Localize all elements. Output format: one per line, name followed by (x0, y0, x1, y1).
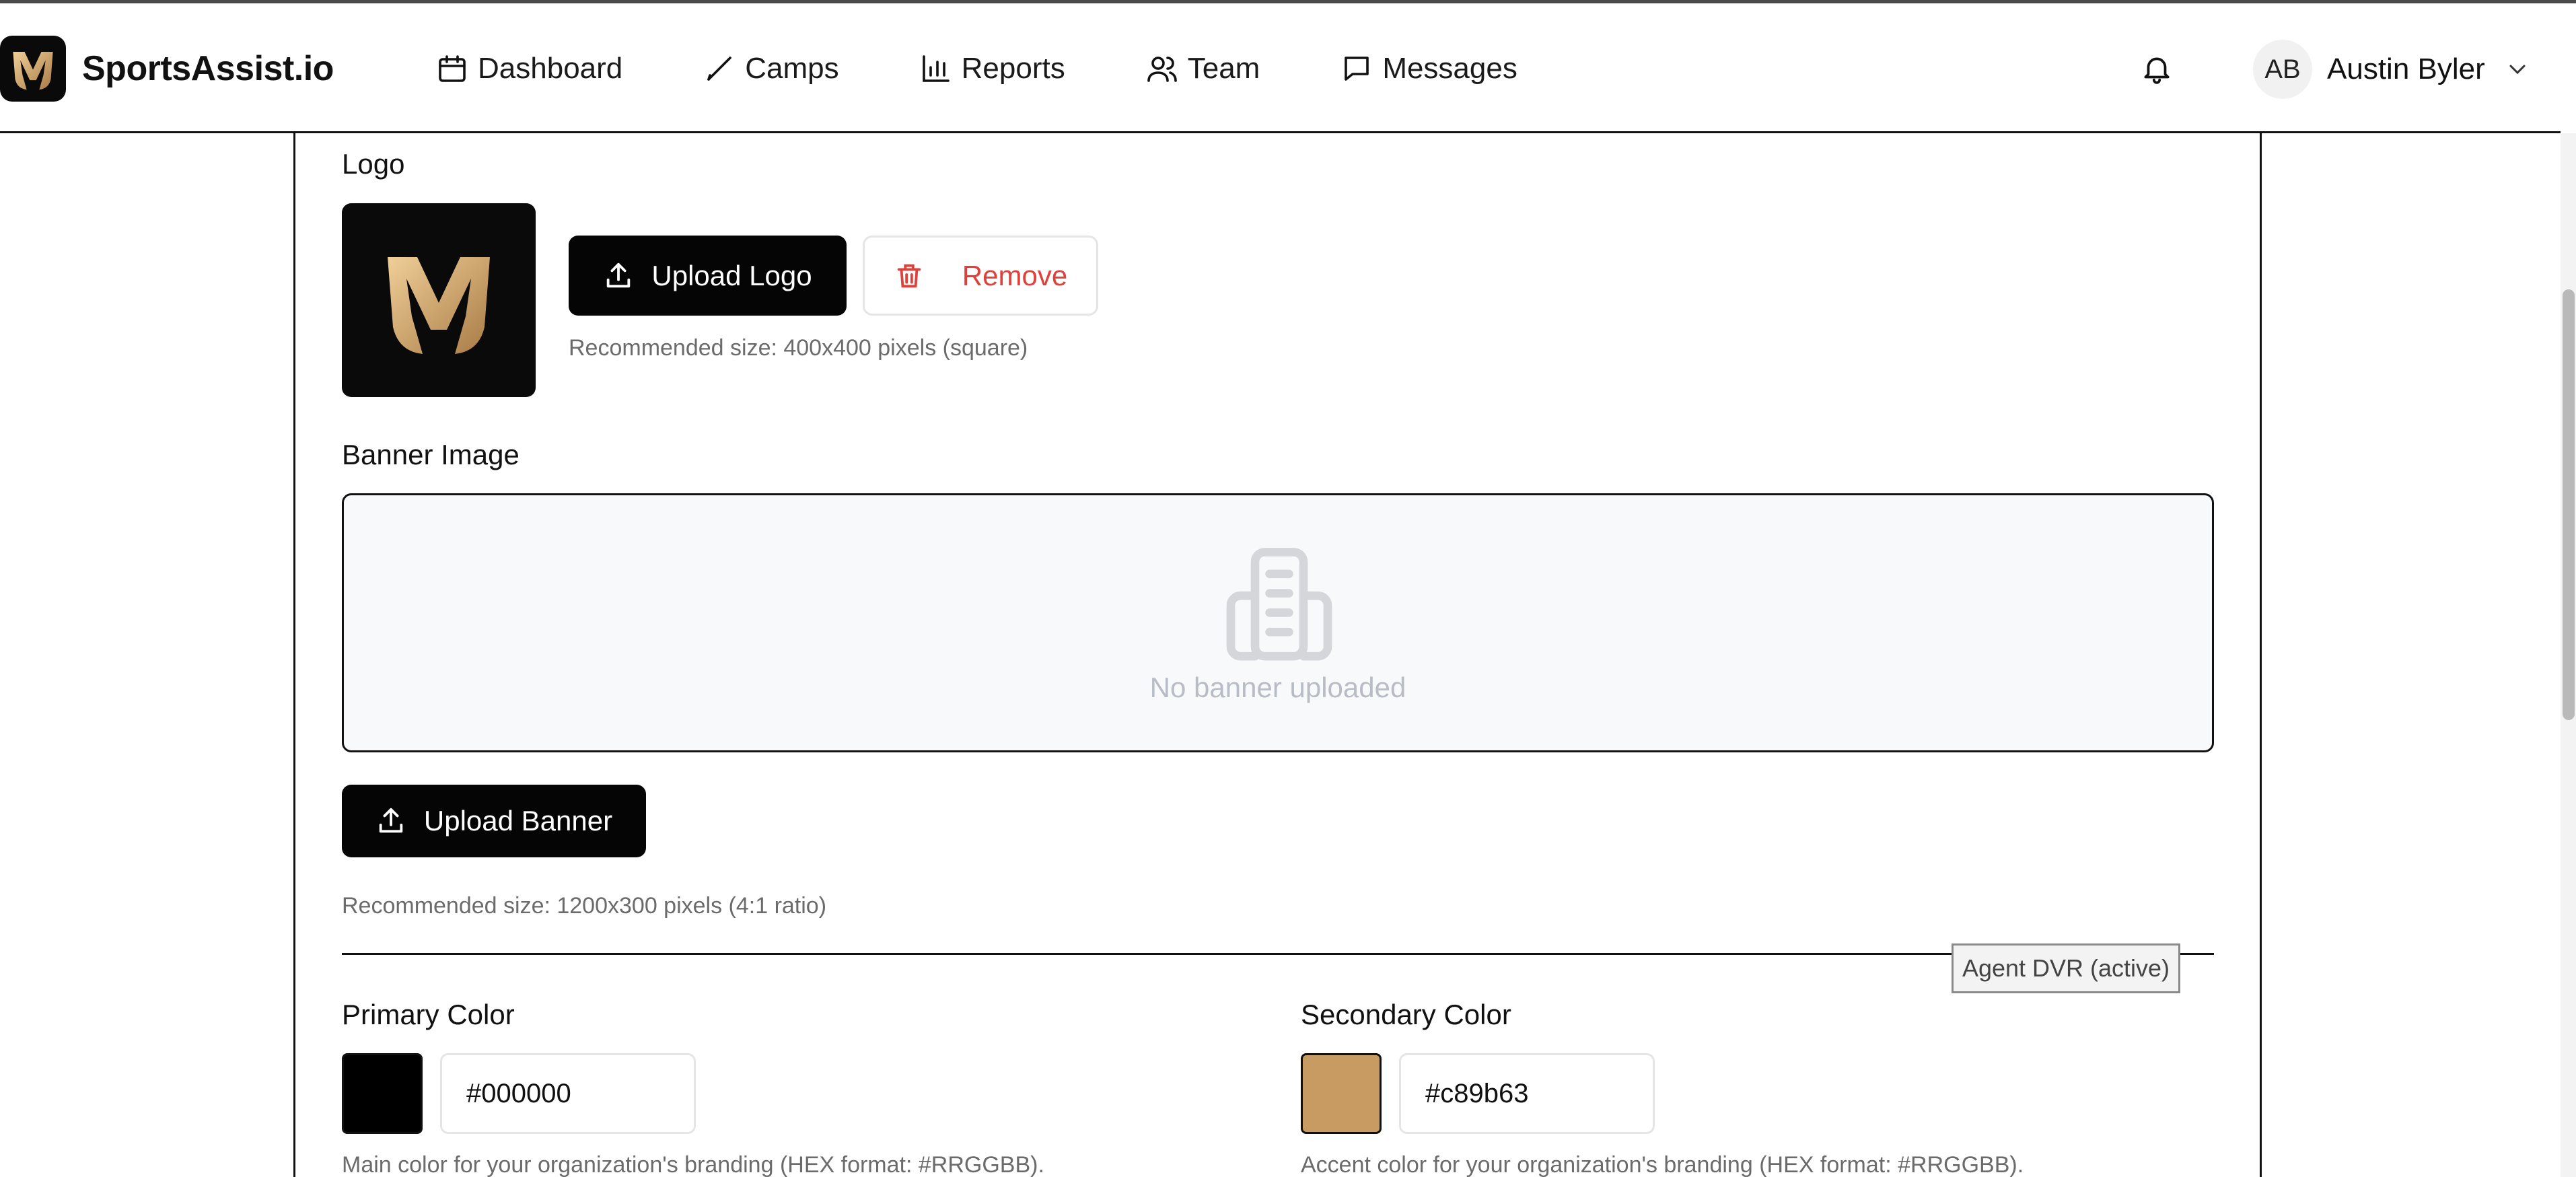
section-divider (342, 953, 2214, 955)
nav-item-team[interactable]: Team (1146, 35, 1260, 102)
banner-empty-text: No banner uploaded (1149, 672, 1406, 703)
user-menu[interactable]: AB Austin Byler (2253, 37, 2531, 102)
remove-logo-label: Remove (962, 259, 1068, 291)
primary-color-label: Primary Color (342, 999, 515, 1030)
banner-hint: Recommended size: 1200x300 pixels (4:1 r… (342, 893, 827, 919)
users-icon (1147, 57, 1177, 82)
remove-logo-button[interactable]: Remove (863, 236, 1098, 316)
primary-color-hint: Main color for your organization's brand… (342, 1152, 1044, 1177)
nav-item-label: Team (1187, 52, 1260, 85)
logo-section-label: Logo (342, 148, 405, 180)
user-name: Austin Byler (2327, 52, 2485, 85)
notification-bell-icon[interactable] (2140, 52, 2174, 85)
page: SportsAssist.io Dashboard Camps Reports … (0, 0, 2576, 1177)
nav-item-label: Messages (1382, 52, 1517, 85)
banner-section-label: Banner Image (342, 439, 520, 470)
primary-color-swatch[interactable] (342, 1053, 423, 1134)
top-navbar: SportsAssist.io Dashboard Camps Reports … (0, 3, 2561, 133)
tooltip: Agent DVR (active) (1952, 943, 2180, 993)
main-nav: Dashboard Camps Reports Team Messages (436, 35, 1598, 102)
secondary-color-label: Secondary Color (1301, 999, 1511, 1030)
secondary-color-input[interactable]: #c89b63 (1399, 1053, 1655, 1134)
upload-icon (607, 262, 631, 287)
brand-logo-icon (0, 36, 66, 102)
upload-banner-button[interactable]: Upload Banner (342, 785, 646, 857)
avatar: AB (2253, 40, 2312, 99)
banner-dropzone[interactable]: No banner uploaded (342, 493, 2214, 752)
secondary-color-swatch[interactable] (1301, 1053, 1382, 1134)
upload-logo-button[interactable]: Upload Logo (569, 236, 847, 316)
logo-hint: Recommended size: 400x400 pixels (square… (569, 335, 1028, 361)
nav-item-label: Dashboard (478, 52, 623, 85)
nav-item-label: Reports (961, 52, 1065, 85)
chevron-down-icon (2509, 65, 2526, 75)
nav-item-label: Camps (745, 52, 839, 85)
calendar-icon (439, 55, 466, 82)
nav-item-reports[interactable]: Reports (920, 35, 1065, 102)
bar-chart-icon (922, 55, 950, 82)
upload-icon (379, 808, 403, 833)
primary-color-input[interactable]: #000000 (440, 1053, 696, 1134)
upload-logo-label: Upload Logo (651, 259, 812, 291)
brand[interactable]: SportsAssist.io (0, 35, 334, 102)
message-icon (1345, 57, 1369, 81)
nav-item-camps[interactable]: Camps (703, 35, 839, 102)
upload-banner-label: Upload Banner (423, 805, 613, 836)
logo-preview-image (342, 203, 536, 397)
secondary-color-hint: Accent color for your organization's bra… (1301, 1152, 2024, 1177)
nav-item-messages[interactable]: Messages (1340, 35, 1517, 102)
trash-icon (897, 264, 921, 287)
nav-item-dashboard[interactable]: Dashboard (436, 35, 622, 102)
pen-icon (707, 57, 732, 81)
building-icon (1226, 548, 1332, 661)
brand-name: SportsAssist.io (82, 49, 334, 88)
scrollbar-thumb[interactable] (2563, 289, 2575, 720)
